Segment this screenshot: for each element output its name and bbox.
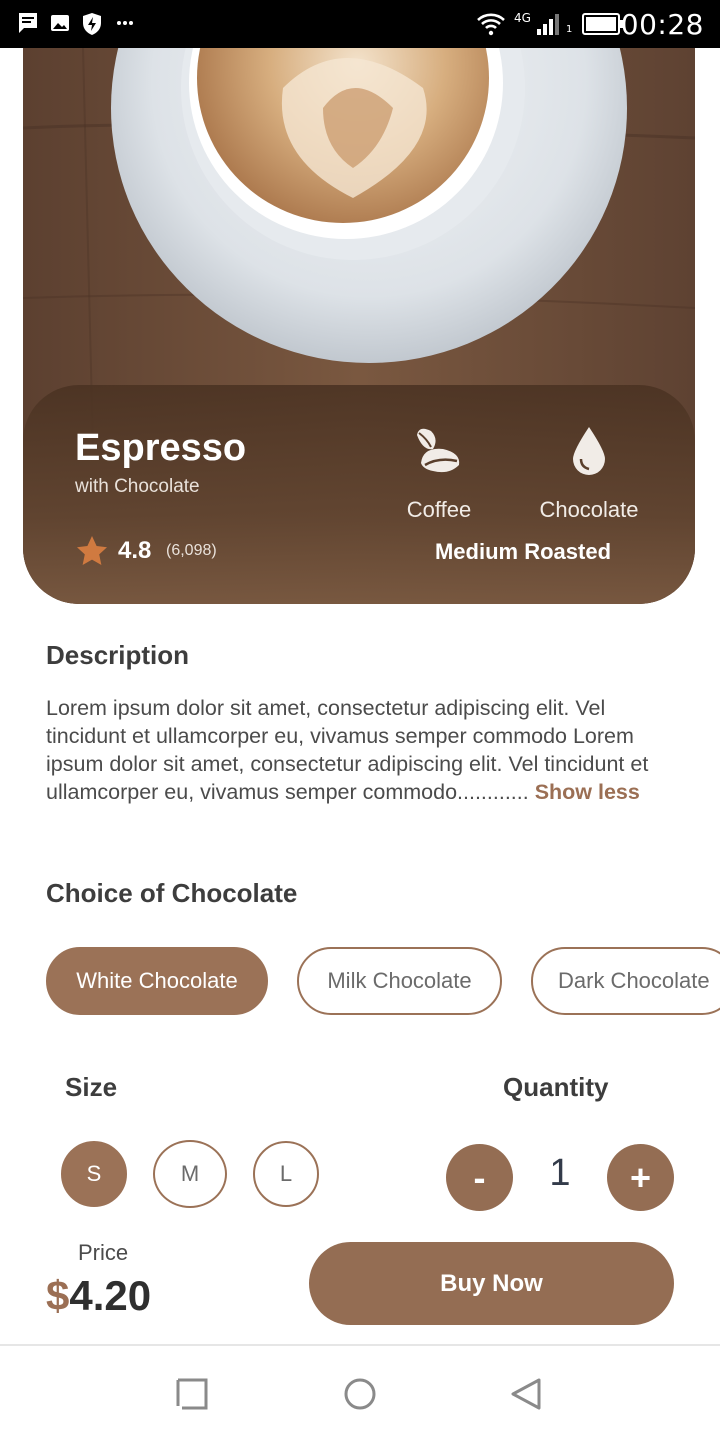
quantity-decrement-button[interactable]: - (446, 1144, 513, 1211)
chip-dark-chocolate[interactable]: Dark Chocolate (531, 947, 720, 1015)
size-s-button[interactable]: S (61, 1141, 127, 1207)
drop-icon (573, 427, 605, 475)
sim-slot: 1 (566, 24, 573, 35)
size-title: Size (65, 1072, 118, 1102)
chip-milk-chocolate[interactable]: Milk Chocolate (297, 947, 502, 1015)
quantity-value: 1 (549, 1152, 571, 1194)
size-l-button[interactable]: L (253, 1141, 319, 1207)
product-subtitle: with Chocolate (75, 476, 200, 497)
signal-icon (537, 14, 559, 35)
price-amount: 4.20 (69, 1272, 152, 1319)
buy-now-button[interactable]: Buy Now (309, 1242, 674, 1325)
quantity-title: Quantity (503, 1072, 609, 1102)
size-m-button[interactable]: M (153, 1140, 227, 1208)
message-icon (19, 13, 37, 33)
back-icon[interactable] (509, 1376, 545, 1412)
tag-chocolate-label: Chocolate (539, 497, 639, 522)
rating-value: 4.8 (118, 537, 152, 564)
roast-level: Medium Roasted (434, 539, 612, 564)
wifi-icon (477, 13, 505, 36)
recent-apps-icon[interactable] (174, 1376, 210, 1412)
system-nav-bar (0, 1344, 720, 1440)
chip-white-chocolate[interactable]: White Chocolate (46, 947, 268, 1015)
status-bar: 4G 1 00:28 (0, 0, 720, 48)
more-dots-icon (117, 21, 133, 25)
coffee-beans-icon (417, 428, 460, 473)
product-name: Espresso (75, 427, 247, 469)
product-hero: Espresso with Chocolate 4.8 (6,098) Coff… (23, 48, 695, 604)
battery-icon (582, 13, 623, 35)
currency-symbol: $ (46, 1272, 70, 1319)
star-icon (77, 536, 107, 565)
image-icon (51, 15, 69, 31)
show-less-link[interactable]: Show less (535, 780, 640, 804)
quantity-increment-button[interactable]: + (607, 1144, 674, 1211)
price-label: Price (78, 1240, 129, 1265)
product-info-card: Espresso with Chocolate 4.8 (6,098) Coff… (23, 385, 695, 604)
price-value: $4.20 (46, 1272, 151, 1320)
chocolate-choice-title: Choice of Chocolate (46, 878, 298, 908)
clock: 00:28 (620, 8, 704, 41)
home-icon[interactable] (342, 1376, 378, 1412)
tag-coffee-label: Coffee (406, 497, 472, 522)
rating-count: (6,098) (166, 542, 217, 559)
network-type: 4G (514, 11, 531, 25)
shield-bolt-icon (83, 13, 101, 35)
description-title: Description (46, 640, 190, 670)
description-text: Lorem ipsum dolor sit amet, consectetur … (46, 694, 676, 806)
